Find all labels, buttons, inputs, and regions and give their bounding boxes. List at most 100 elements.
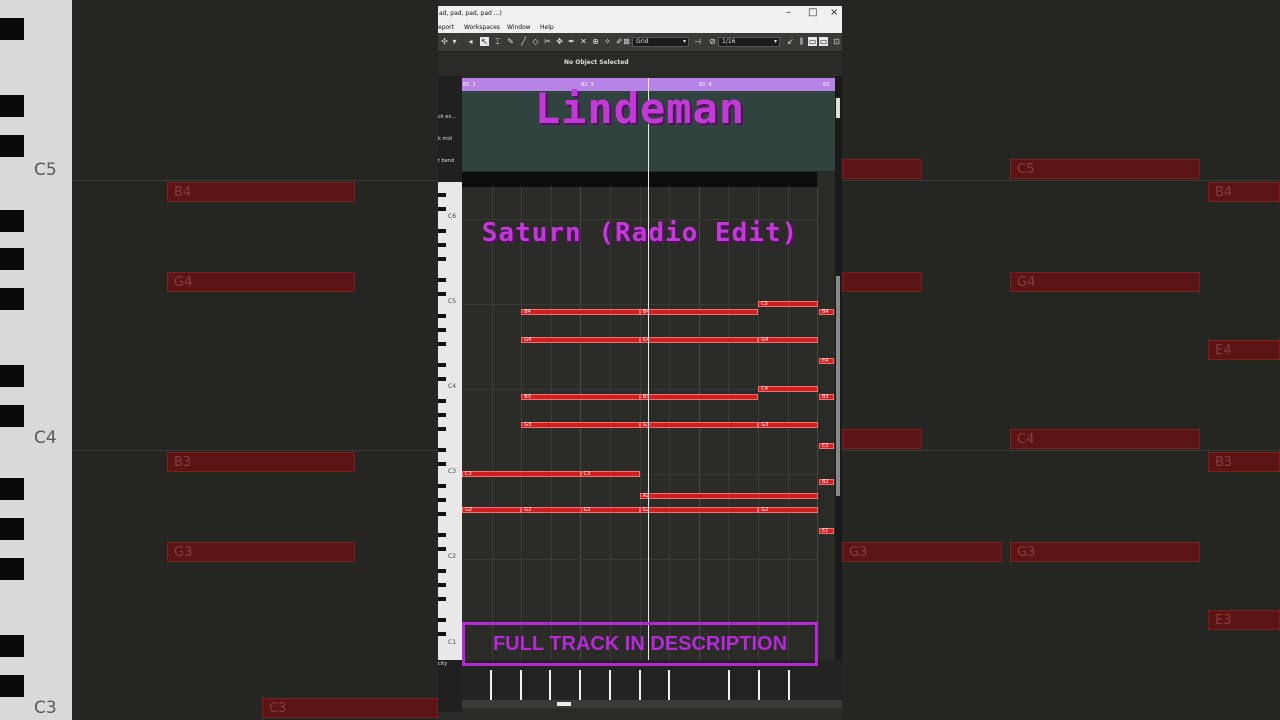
- midi-note[interactable]: G3: [639, 421, 759, 428]
- midi-note[interactable]: G2: [758, 506, 818, 513]
- mute-tool-icon[interactable]: ✕: [579, 37, 588, 46]
- midi-note[interactable]: C3: [462, 471, 581, 478]
- velocity-bar[interactable]: [549, 670, 551, 700]
- midi-note[interactable]: C3: [580, 471, 640, 478]
- piano-keyboard[interactable]: C6 C5 C4 C3 C2 C1: [438, 182, 462, 660]
- velocity-bar[interactable]: [520, 670, 522, 700]
- velocity-bar[interactable]: [668, 670, 670, 700]
- black-key[interactable]: [438, 363, 446, 368]
- black-key[interactable]: [438, 462, 446, 467]
- autoscroll-icon[interactable]: ↙: [786, 37, 795, 46]
- offscreen-note[interactable]: B4: [819, 308, 834, 315]
- line-tool-icon[interactable]: ╱: [519, 37, 528, 46]
- black-key[interactable]: [438, 547, 446, 552]
- black-key[interactable]: [438, 448, 446, 453]
- black-key[interactable]: [438, 207, 446, 212]
- velocity-bar[interactable]: [579, 670, 581, 700]
- menu-window[interactable]: Window: [507, 24, 531, 31]
- black-key[interactable]: [438, 412, 446, 417]
- snap-zero-icon[interactable]: ▭: [808, 37, 817, 46]
- velocity-bar[interactable]: [609, 670, 611, 700]
- black-key[interactable]: [438, 582, 446, 587]
- offscreen-note[interactable]: B2: [819, 478, 834, 485]
- menu-workspaces[interactable]: Workspaces: [464, 24, 500, 31]
- maximize-icon[interactable]: □: [808, 7, 817, 18]
- black-key[interactable]: [438, 511, 446, 516]
- midi-note[interactable]: G4: [521, 336, 640, 343]
- black-key[interactable]: [438, 278, 446, 283]
- glue-tool-icon[interactable]: ✥: [555, 37, 564, 46]
- more-icon[interactable]: ⊡: [832, 37, 841, 46]
- velocity-bar[interactable]: [788, 670, 790, 700]
- tool-preset-icon[interactable]: ✣: [440, 37, 449, 46]
- scroll-thumb[interactable]: [557, 702, 571, 706]
- offscreen-note[interactable]: E3: [819, 443, 834, 450]
- midi-note[interactable]: G3: [521, 421, 640, 428]
- close-icon[interactable]: ×: [830, 7, 838, 18]
- midi-note[interactable]: B4: [521, 308, 640, 315]
- midi-note[interactable]: G2: [639, 506, 759, 513]
- offscreen-note[interactable]: E2: [819, 528, 834, 535]
- black-key[interactable]: [438, 398, 446, 403]
- black-key[interactable]: [438, 483, 446, 488]
- horizontal-scrollbar[interactable]: [462, 700, 842, 708]
- midi-note[interactable]: C4: [758, 386, 818, 393]
- key-octave-label: C3: [448, 468, 457, 476]
- midi-note[interactable]: A2: [639, 492, 818, 499]
- zoom-tool-icon[interactable]: ⊕: [591, 37, 600, 46]
- black-key[interactable]: [438, 533, 446, 538]
- erase-tool-icon[interactable]: ◇: [531, 37, 540, 46]
- bg-key-label: C4: [34, 428, 57, 448]
- midi-note[interactable]: G2: [580, 506, 640, 513]
- velocity-bar[interactable]: [490, 670, 492, 700]
- midi-note[interactable]: G4: [758, 336, 818, 343]
- object-selection-tool-icon[interactable]: ↖: [480, 37, 489, 46]
- menu-export[interactable]: eport: [438, 24, 454, 31]
- velocity-lane[interactable]: [462, 660, 842, 700]
- quantize-icon[interactable]: ⊘: [708, 37, 717, 46]
- black-key[interactable]: [438, 327, 446, 332]
- black-key[interactable]: [438, 618, 446, 623]
- black-key[interactable]: [438, 313, 446, 318]
- midi-note[interactable]: B3: [521, 393, 640, 400]
- trim-tool-icon[interactable]: ✧: [603, 37, 612, 46]
- midi-note[interactable]: C5: [758, 301, 818, 308]
- minimize-icon[interactable]: –: [786, 7, 791, 18]
- quantize-dropdown[interactable]: 1/16 ▾: [718, 37, 780, 47]
- indicate-transpositions-icon[interactable]: ▭: [819, 37, 828, 46]
- black-key[interactable]: [438, 497, 446, 502]
- menu-help[interactable]: Help: [540, 24, 554, 31]
- midi-note[interactable]: G2: [462, 506, 522, 513]
- velocity-bar[interactable]: [758, 670, 760, 700]
- offscreen-note[interactable]: B3: [819, 393, 834, 400]
- cut-tool-icon[interactable]: ✂: [543, 37, 552, 46]
- black-key[interactable]: [438, 426, 446, 431]
- split-tool-icon[interactable]: ✒: [567, 37, 576, 46]
- draw-tool-icon[interactable]: ✎: [506, 37, 515, 46]
- midi-note[interactable]: B4: [639, 308, 759, 315]
- black-key[interactable]: [438, 596, 446, 601]
- vertical-scrollbar[interactable]: [835, 76, 842, 700]
- midi-note[interactable]: G4: [639, 336, 759, 343]
- black-key[interactable]: [438, 193, 446, 198]
- velocity-bar[interactable]: [728, 670, 730, 700]
- playhead-cursor[interactable]: [648, 78, 649, 698]
- black-key[interactable]: [438, 632, 446, 637]
- snap-toggle-icon[interactable]: ⊠: [622, 37, 631, 46]
- range-tool-icon[interactable]: ⌶: [493, 37, 502, 46]
- scroll-thumb[interactable]: [836, 276, 840, 496]
- velocity-bar[interactable]: [639, 670, 641, 700]
- dropdown-arrow-icon[interactable]: ▾: [450, 37, 459, 46]
- midi-note[interactable]: B3: [639, 393, 759, 400]
- black-key[interactable]: [438, 377, 446, 382]
- iterative-quantize-icon[interactable]: ⊣: [693, 37, 702, 46]
- black-key[interactable]: [438, 292, 446, 297]
- black-key[interactable]: [438, 256, 446, 261]
- tool-listen-icon[interactable]: ◂: [466, 37, 475, 46]
- edit-in-place-icon[interactable]: ⫼: [797, 37, 806, 46]
- midi-note[interactable]: G3: [758, 421, 818, 428]
- black-key[interactable]: [438, 568, 446, 573]
- black-key[interactable]: [438, 341, 446, 346]
- offscreen-note[interactable]: E4: [819, 358, 834, 365]
- snap-type-dropdown[interactable]: Grid ▾: [632, 37, 689, 47]
